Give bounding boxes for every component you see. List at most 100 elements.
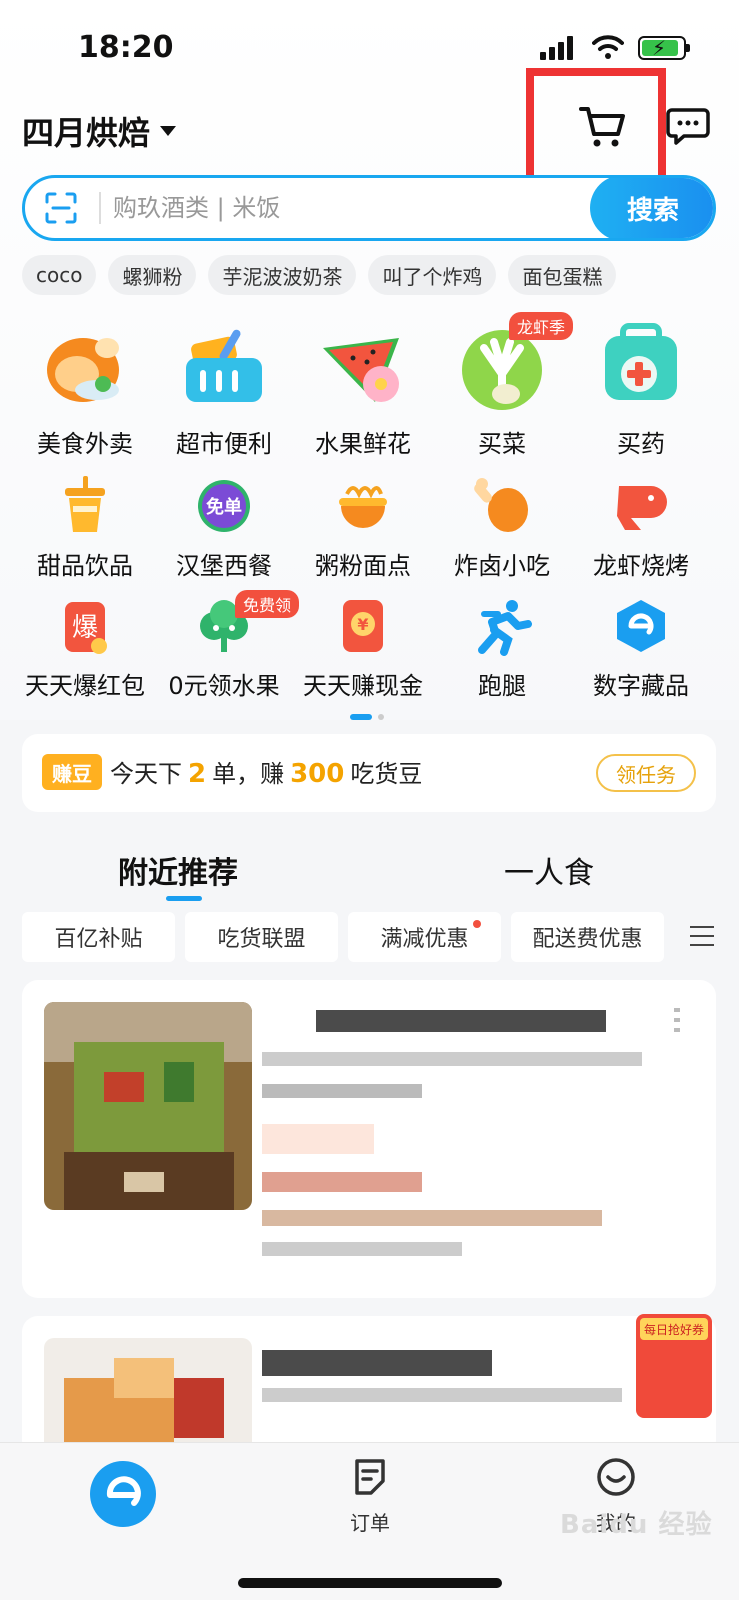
daily-coupon-text: 每日抢好券 bbox=[640, 1318, 708, 1340]
tab-nearby[interactable]: 附近推荐 bbox=[118, 848, 238, 892]
category-lobster-bbq[interactable]: 龙虾烧烤 bbox=[570, 476, 712, 581]
category-label: 龙虾烧烤 bbox=[593, 552, 689, 580]
earn-text-3: 吃货豆 bbox=[350, 760, 423, 788]
earn-text-2: 单，赚 bbox=[212, 760, 285, 788]
quick-tag[interactable]: 螺狮粉 bbox=[108, 255, 197, 295]
tab-solo-meal[interactable]: 一人食 bbox=[504, 848, 594, 892]
profile-icon bbox=[597, 1458, 635, 1496]
burger-icon: 免单 bbox=[198, 480, 250, 532]
shop-meta-redacted bbox=[262, 1052, 642, 1066]
tab-active-indicator bbox=[166, 896, 202, 901]
menu-icon[interactable] bbox=[690, 924, 714, 948]
earn-beans-banner[interactable]: 赚豆 今天下 2 单，赚 300 吃货豆 领任务 bbox=[22, 734, 716, 812]
shop-name-redacted bbox=[262, 1350, 492, 1376]
category-label: 0元领水果 bbox=[168, 672, 280, 700]
orders-icon bbox=[355, 1459, 385, 1495]
signal-icon bbox=[540, 36, 574, 60]
earn-beans-tag: 赚豆 bbox=[42, 754, 102, 790]
category-label: 炸卤小吃 bbox=[454, 552, 550, 580]
medicine-box-icon bbox=[605, 323, 677, 400]
category-groceries[interactable]: 龙虾季 买菜 bbox=[431, 312, 574, 459]
category-label: 买药 bbox=[617, 430, 665, 458]
cash-envelope-text: ¥ bbox=[357, 615, 368, 634]
shop-name-redacted bbox=[316, 1010, 606, 1032]
filter-subsidy[interactable]: 百亿补贴 bbox=[22, 912, 175, 962]
home-tab[interactable] bbox=[90, 1461, 156, 1527]
category-digital-collectibles[interactable]: 数字藏品 bbox=[570, 596, 712, 701]
filter-label: 百亿补贴 bbox=[54, 927, 143, 952]
cash-envelope-icon: ¥ bbox=[343, 600, 383, 652]
category-label: 超市便利 bbox=[176, 430, 272, 458]
category-label: 跑腿 bbox=[478, 672, 526, 700]
page-dot bbox=[378, 714, 384, 720]
search-input[interactable] bbox=[113, 186, 513, 230]
battery-icon: ⚡ bbox=[638, 36, 690, 60]
shop-tag-redacted bbox=[262, 1124, 374, 1154]
digital-collectible-icon bbox=[617, 600, 665, 652]
noodle-bowl-icon bbox=[339, 486, 387, 528]
category-label: 买菜 bbox=[478, 430, 526, 458]
roast-chicken-icon bbox=[47, 338, 119, 402]
daily-coupon-float[interactable]: 每日抢好券 bbox=[636, 1314, 712, 1418]
earn-orders-count: 2 bbox=[188, 759, 207, 789]
category-fruit-flower[interactable]: 水果鲜花 bbox=[292, 318, 434, 459]
claim-task-button[interactable]: 领任务 bbox=[596, 754, 696, 792]
home-indicator bbox=[238, 1578, 502, 1588]
scan-icon[interactable] bbox=[45, 192, 77, 224]
red-packet-icon: 爆 bbox=[65, 602, 107, 654]
category-daily-red-packet[interactable]: 爆 天天爆红包 bbox=[14, 596, 156, 701]
category-supermarket[interactable]: 超市便利 bbox=[153, 318, 295, 459]
shop-promo-redacted bbox=[262, 1172, 422, 1192]
category-burgers-western[interactable]: 免单 汉堡西餐 bbox=[153, 476, 295, 581]
category-porridge-noodles[interactable]: 粥粉面点 bbox=[292, 476, 434, 581]
store-selector[interactable]: 四月烘焙 bbox=[22, 108, 177, 154]
category-pharmacy[interactable]: 买药 bbox=[570, 318, 712, 459]
page-dot-active bbox=[350, 714, 372, 720]
filter-discount[interactable]: 满减优惠 bbox=[348, 912, 501, 962]
shop-card[interactable] bbox=[22, 1316, 716, 1456]
message-icon[interactable] bbox=[666, 106, 710, 146]
category-label: 天天爆红包 bbox=[25, 672, 145, 700]
shop-promo-redacted bbox=[262, 1242, 462, 1256]
filter-label: 配送费优惠 bbox=[532, 927, 643, 952]
shop-image bbox=[44, 1338, 252, 1456]
drumstick-icon bbox=[474, 478, 528, 532]
shop-card[interactable] bbox=[22, 980, 716, 1298]
more-options-icon[interactable] bbox=[674, 1008, 680, 1036]
watermelon-flower-icon bbox=[323, 338, 399, 402]
quick-tag[interactable]: coco bbox=[22, 255, 97, 295]
category-fried-snacks[interactable]: 炸卤小吃 bbox=[431, 476, 573, 581]
category-label: 粥粉面点 bbox=[315, 552, 411, 580]
search-button[interactable]: 搜索 bbox=[590, 178, 713, 238]
category-label: 水果鲜花 bbox=[315, 430, 411, 458]
category-badge: 龙虾季 bbox=[509, 312, 574, 340]
filter-delivery-fee[interactable]: 配送费优惠 bbox=[511, 912, 664, 962]
category-free-fruit[interactable]: 免费领 0元领水果 bbox=[153, 590, 300, 701]
category-label: 美食外卖 bbox=[37, 430, 133, 458]
filter-label: 吃货联盟 bbox=[217, 927, 306, 952]
category-errands[interactable]: 跑腿 bbox=[431, 596, 573, 701]
burger-badge-text: 免单 bbox=[206, 496, 242, 518]
runner-icon bbox=[478, 600, 532, 656]
shop-promo-redacted bbox=[262, 1210, 602, 1226]
category-label: 天天赚现金 bbox=[303, 672, 423, 700]
lobster-icon bbox=[617, 486, 667, 530]
new-dot bbox=[473, 920, 481, 928]
search-divider bbox=[99, 192, 101, 224]
caret-down-icon bbox=[160, 126, 177, 136]
nav-orders[interactable]: 订单 bbox=[320, 1457, 420, 1536]
category-daily-cash[interactable]: ¥ 天天赚现金 bbox=[292, 596, 434, 701]
category-badge: 免费领 bbox=[235, 590, 300, 618]
earn-beans-count: 300 bbox=[290, 759, 345, 789]
baidu-watermark: Baidu 经验 bbox=[560, 1510, 713, 1540]
quick-tag[interactable]: 芋泥波波奶茶 bbox=[208, 255, 357, 295]
quick-tag[interactable]: 面包蛋糕 bbox=[508, 255, 617, 295]
category-food-delivery[interactable]: 美食外卖 bbox=[14, 318, 156, 459]
shop-meta-redacted bbox=[262, 1388, 622, 1402]
category-desserts-drinks[interactable]: 甜品饮品 bbox=[14, 476, 156, 581]
filter-label: 满减优惠 bbox=[380, 927, 469, 952]
category-label: 汉堡西餐 bbox=[176, 552, 272, 580]
quick-tag[interactable]: 叫了个炸鸡 bbox=[368, 255, 497, 295]
filter-foodie-alliance[interactable]: 吃货联盟 bbox=[185, 912, 338, 962]
shop-meta-redacted bbox=[262, 1084, 422, 1098]
